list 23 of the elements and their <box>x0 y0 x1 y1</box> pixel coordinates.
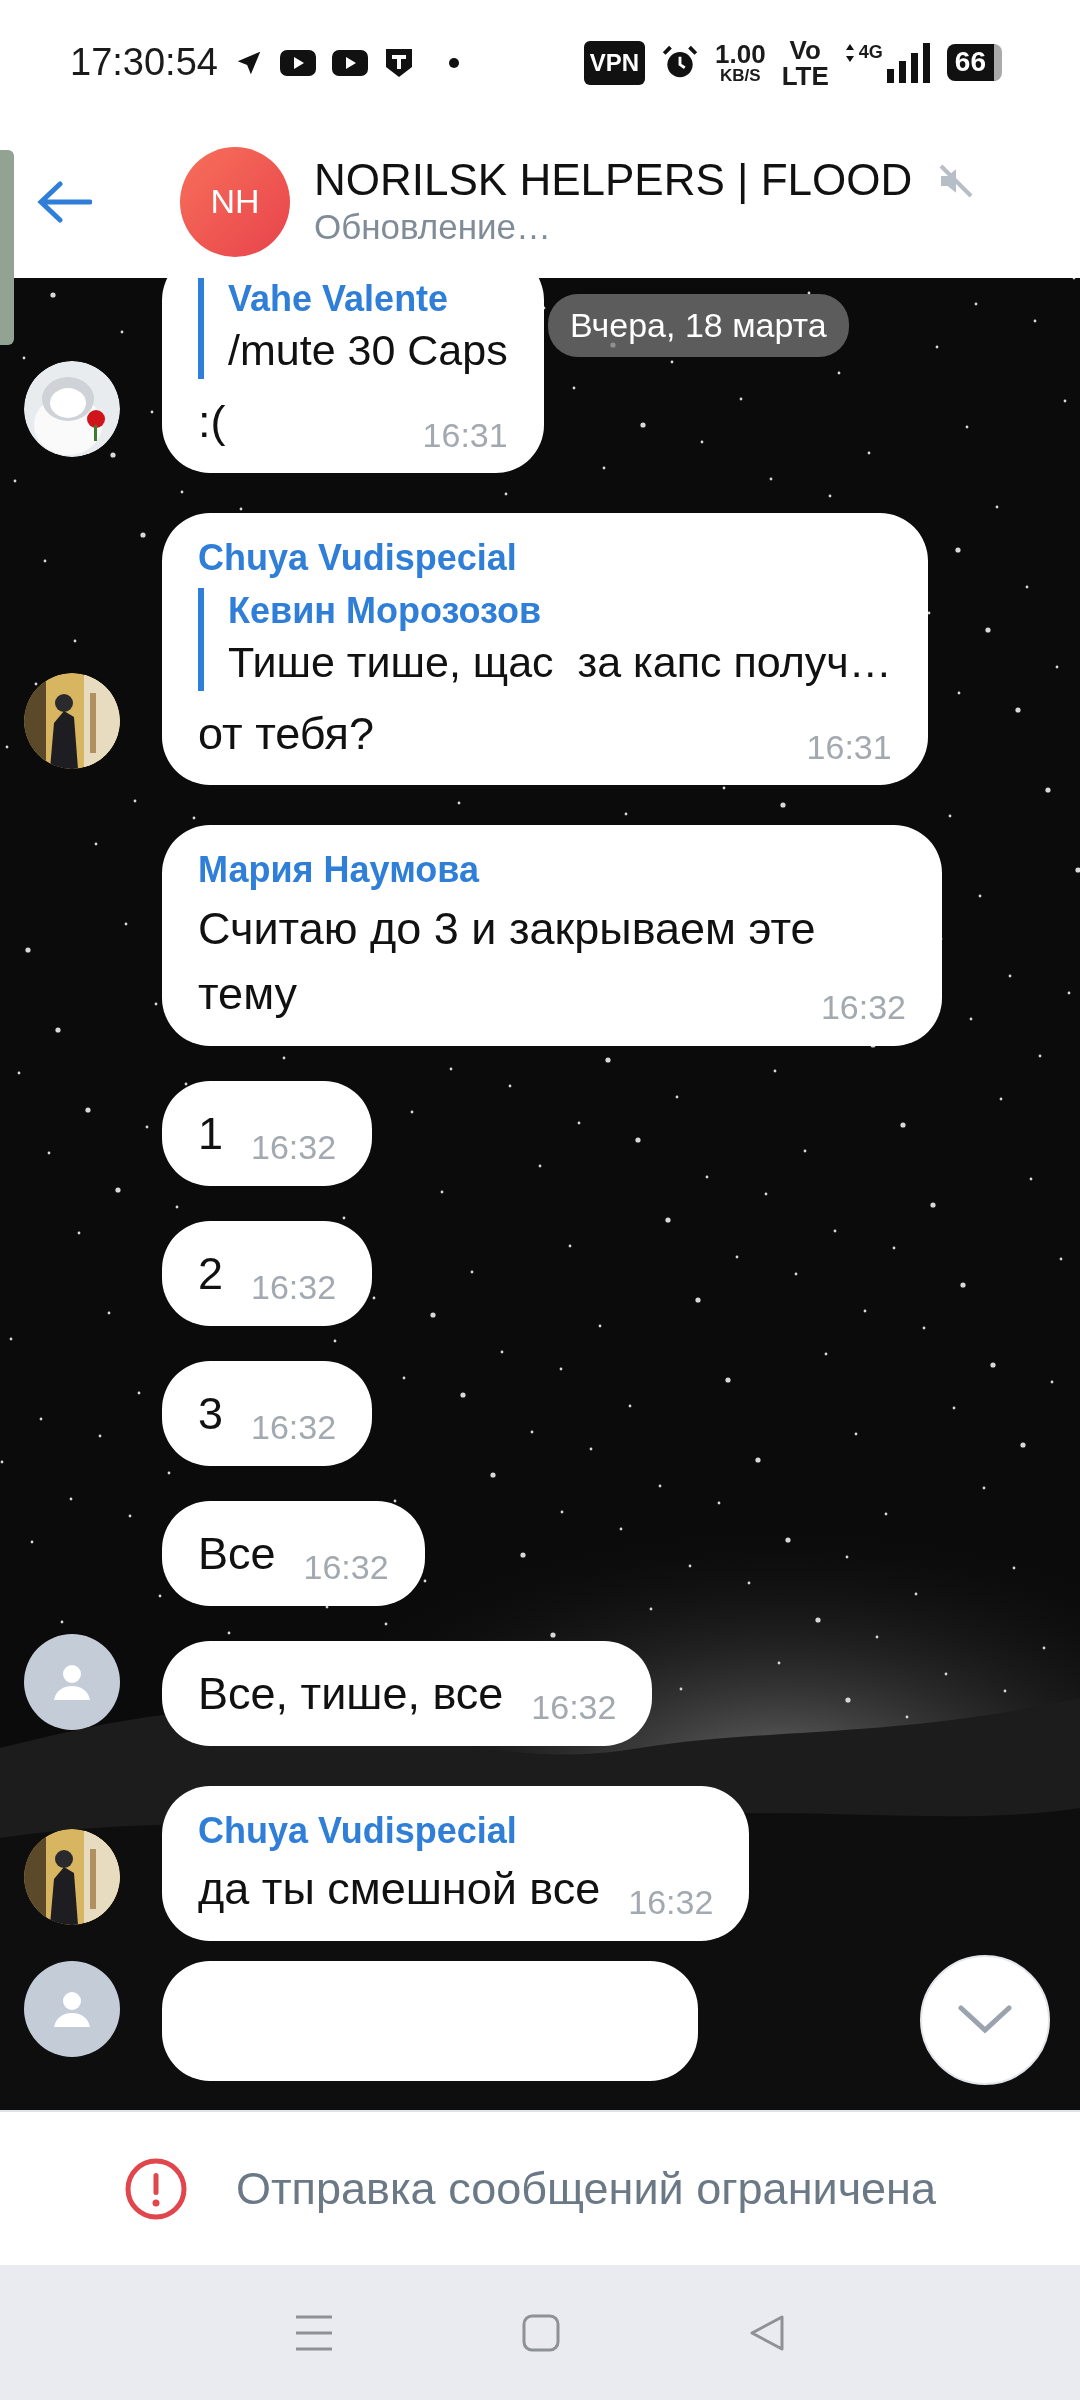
chat-title[interactable]: NORILSK HELPERS | FLOOD <box>314 155 913 206</box>
dot-icon <box>447 56 460 69</box>
alert-icon <box>124 2156 188 2221</box>
vpn-badge: VPN <box>583 40 646 85</box>
back-arrow-icon[interactable] <box>36 179 92 224</box>
shield-icon <box>383 46 414 79</box>
home-square-icon[interactable] <box>522 2313 560 2352</box>
group-avatar[interactable]: NH <box>180 146 290 257</box>
play-icon <box>279 49 316 76</box>
signal-icon <box>886 42 931 83</box>
clock: 17:30:54 <box>70 40 218 85</box>
volte-label: LTE <box>781 62 829 89</box>
restriction-notice: Отправка сообщений ограничена <box>236 2161 936 2216</box>
volte-label: Vo <box>789 36 821 63</box>
menu-icon[interactable] <box>294 2314 333 2351</box>
chat-status: Обновление… <box>314 205 553 248</box>
speed-unit: KB/S <box>720 67 761 84</box>
network-type: 4G <box>858 42 883 61</box>
battery-indicator: 66 <box>946 44 1002 81</box>
back-triangle-icon[interactable] <box>749 2313 786 2352</box>
data-arrows-icon <box>844 42 855 63</box>
play-icon <box>331 49 368 76</box>
speed-value: 1.00 <box>715 41 766 67</box>
